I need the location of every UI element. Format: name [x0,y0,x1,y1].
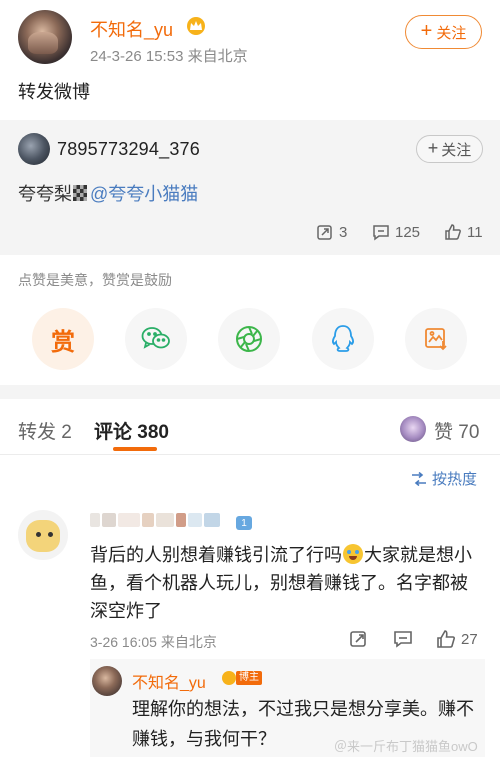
reward-note: 点赞是美意，赞赏是鼓励 [18,272,172,288]
comment-reply-button[interactable] [393,629,413,649]
moments-icon [236,326,262,352]
sort-icon [412,471,426,486]
comment-meta: 3-26 16:05 来自北京 [90,634,217,650]
comment-icon [373,225,389,241]
author-tag: 博主 [236,671,262,685]
repost-icon [317,225,332,240]
comment-text: 背后的人别想着赚钱引流了行吗 大家就是想小鱼，看个机器人玩儿，别想着赚钱了。名字都… [90,541,485,625]
commenter-avatar[interactable] [18,510,68,560]
crown-icon [222,671,236,685]
comment-like-count: 27 [461,630,478,648]
save-image-icon [425,328,447,351]
save-image-button[interactable] [405,308,467,370]
comment-count: 125 [395,223,421,241]
plus-icon: + [420,20,433,42]
share-qq-button[interactable] [312,308,374,370]
retweet-text: 夸夸梨 @夸夸小猫猫 [18,180,198,206]
retweet-follow-button[interactable]: + 关注 [416,135,483,163]
retweet-author-avatar[interactable] [18,133,50,165]
reward-button[interactable]: 赏 [32,308,94,370]
follow-button[interactable]: + 关注 [405,15,482,49]
mention-link[interactable]: @夸夸小猫猫 [90,180,198,206]
author-name[interactable]: 不知名_yu [90,16,173,42]
follow-label: 关注 [441,141,472,159]
share-wechat-button[interactable] [125,308,187,370]
comment-like-button[interactable]: 27 [436,629,478,649]
crown-icon [187,17,205,35]
blurred-commenter-name[interactable] [90,513,250,529]
share-moments-button[interactable] [218,308,280,370]
sort-label: 按热度 [432,471,478,488]
section-divider [0,385,500,399]
watermark: ＠来一斤布丁猫猫鱼owO [334,739,478,754]
crying-face-icon [343,544,363,564]
wechat-icon [141,327,170,349]
mosaic-image-icon [73,185,87,201]
qq-icon [332,325,354,352]
thumbs-up-icon [437,630,455,648]
tab-separator [0,454,500,455]
active-tab-indicator [113,447,157,451]
tab-repost[interactable]: 转发 2 [18,417,72,444]
plus-icon: + [427,138,439,158]
share-icon [350,631,366,647]
retweet-author-name[interactable]: 7895773294_376 [57,139,200,160]
retweet-comment-stat[interactable]: 125 [372,223,420,241]
repost-count: 3 [339,223,348,241]
post-text: 转发微博 [18,82,90,102]
reward-label: 赏 [51,328,75,356]
follow-label: 关注 [436,24,467,42]
like-count: 11 [467,223,483,241]
retweet-like-stat[interactable]: 11 [444,223,483,241]
fan-level-badge: 1 [236,516,252,530]
retweet-text-prefix: 夸夸梨 [18,184,72,204]
post-meta: 24-3-26 15:53 来自北京 [90,48,248,65]
reply-author-name[interactable]: 不知名_yu [132,669,206,693]
author-avatar[interactable] [18,10,72,64]
thumbs-up-icon [445,224,461,240]
tab-like[interactable]: 赞 70 [434,417,479,444]
liker-avatar [400,416,426,442]
comment-text-part1: 背后的人别想着赚钱引流了行吗 [90,545,342,565]
comment-share-button[interactable] [349,629,369,649]
sort-by-hot-button[interactable]: 按热度 [411,468,477,489]
retweet-repost-stat[interactable]: 3 [316,223,347,241]
tab-comment[interactable]: 评论 380 [94,417,169,444]
comment-icon [394,631,412,648]
reply-author-avatar[interactable] [92,666,122,696]
